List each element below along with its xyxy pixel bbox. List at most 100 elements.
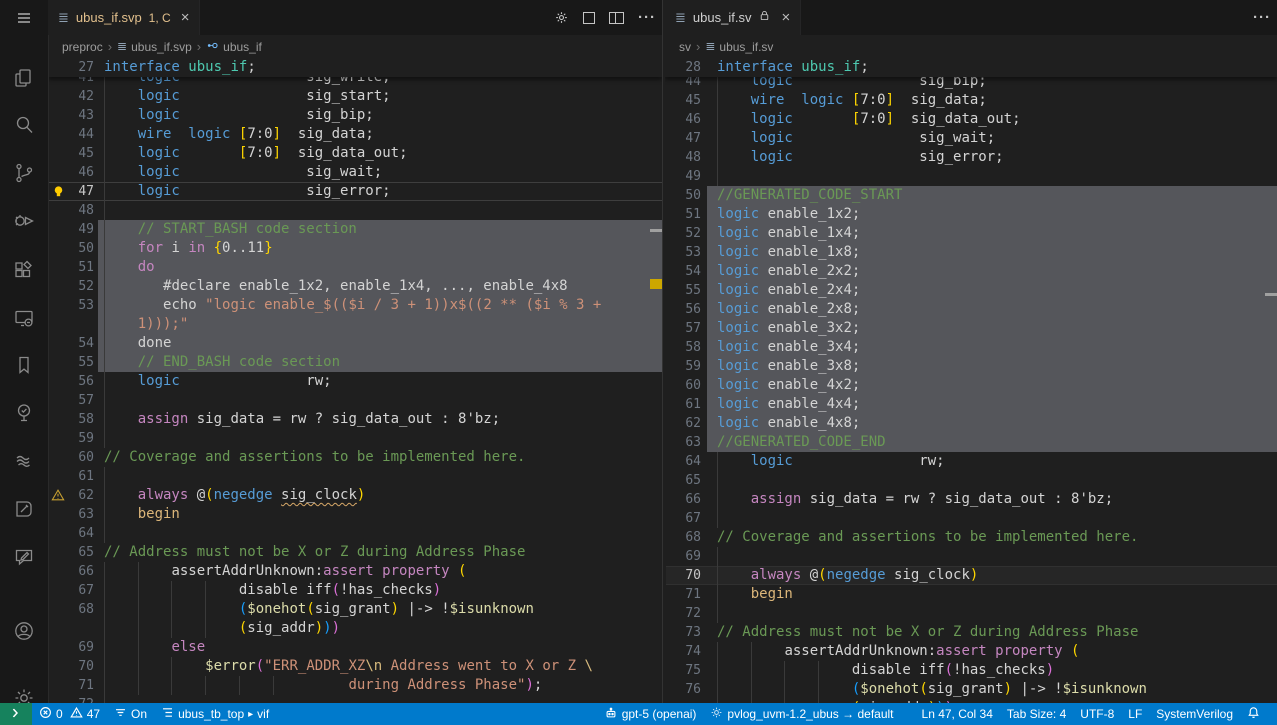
sticky-scroll-line[interactable]: 28interface ubus_if; [665, 58, 1277, 77]
code-line-46[interactable]: 46 logic [7:0] sig_data_out; [665, 110, 1277, 129]
split-editor-icon[interactable] [609, 12, 624, 24]
code-line-55[interactable]: 55 // END_BASH code section [48, 353, 662, 372]
activity-bar-item-extensions[interactable] [0, 252, 48, 292]
code-line-47[interactable]: 47 logic sig_error; [48, 182, 662, 201]
code-line-45[interactable]: 45 wire logic [7:0] sig_data; [665, 91, 1277, 110]
status-item-record-indicator[interactable] [901, 703, 915, 725]
activity-bar-item-testing[interactable] [0, 395, 48, 435]
status-item-problems[interactable]: 047 [32, 703, 107, 725]
code-line-48[interactable]: 48 [48, 201, 662, 220]
code-line-50[interactable]: 50 for i in {0..11} [48, 239, 662, 258]
pane-divider[interactable] [662, 0, 666, 703]
code-line-64[interactable]: 64 [48, 524, 662, 543]
code-line-58[interactable]: 58 assign sig_data = rw ? sig_data_out :… [48, 410, 662, 429]
code-line-44[interactable]: 44 wire logic [7:0] sig_data; [48, 125, 662, 144]
code-line-56[interactable]: 56logic enable_2x8; [665, 300, 1277, 319]
code-line-63[interactable]: 63//GENERATED_CODE_END [665, 433, 1277, 452]
code-line-53[interactable]: 53 echo "logic enable_$(($i / 3 + 1))x$(… [48, 296, 662, 315]
tab-ubus_if.svp[interactable]: ≣ubus_if.svp1, C× [48, 0, 200, 35]
status-item-tab-size[interactable]: Tab Size: 4 [1000, 703, 1073, 725]
code-line-72[interactable]: 72 [665, 604, 1277, 623]
code-line-70[interactable]: 70 always @(negedge sig_clock) [665, 566, 1277, 585]
code-line-48[interactable]: 48 logic sig_error; [665, 148, 1277, 167]
code-line-71[interactable]: 71 begin [665, 585, 1277, 604]
status-item-cursor-position[interactable]: Ln 47, Col 34 [915, 703, 1000, 725]
code-line-72[interactable]: 72 [48, 695, 662, 703]
activity-bar-item-rocket-notes[interactable] [0, 491, 48, 531]
code-line-59[interactable]: 59logic enable_3x8; [665, 357, 1277, 376]
code-line-66[interactable]: 66 assign sig_data = rw ? sig_data_out :… [665, 490, 1277, 509]
code-line-46[interactable]: 46 logic sig_wait; [48, 163, 662, 182]
code-line-65[interactable]: 65// Address must not be X or Z during A… [48, 543, 662, 562]
more-actions-icon[interactable]: ··· [638, 9, 656, 26]
code-line-42[interactable]: 42 logic sig_start; [48, 87, 662, 106]
activity-bar-item-run-debug[interactable] [0, 203, 48, 243]
code-line-66[interactable]: 66 assertAddrUnknown:assert property ( [48, 562, 662, 581]
breadcrumb-item[interactable]: preproc [62, 40, 103, 54]
activity-bar-item-source-control[interactable] [0, 155, 48, 195]
code-line-50[interactable]: 50//GENERATED_CODE_START [665, 186, 1277, 205]
status-item-profile-selector[interactable]: pvlog_uvm-1.2_ubus → default [703, 703, 900, 725]
code-line-wrap[interactable]: 1)));" [48, 315, 662, 334]
code-line-53[interactable]: 53logic enable_1x8; [665, 243, 1277, 262]
code-line-52[interactable]: 52 #declare enable_1x2, enable_1x4, ...,… [48, 277, 662, 296]
code-line-62[interactable]: 62 always @(negedge sig_clock) [48, 486, 662, 505]
code-line-49[interactable]: 49 [665, 167, 1277, 186]
code-line-71[interactable]: 71 during Address Phase"); [48, 676, 662, 695]
status-item-eol[interactable]: LF [1121, 703, 1149, 725]
code-line-wrap[interactable]: (sig_addr))) [48, 619, 662, 638]
code-line-68[interactable]: 68 ($onehot(sig_grant) |-> !$isunknown [48, 600, 662, 619]
breadcrumb-item[interactable]: ≣ubus_if.sv [705, 40, 773, 54]
code-line-74[interactable]: 74 assertAddrUnknown:assert property ( [665, 642, 1277, 661]
code-line-60[interactable]: 60logic enable_4x2; [665, 376, 1277, 395]
code-line-63[interactable]: 63 begin [48, 505, 662, 524]
breadcrumb-item[interactable]: ubus_if [206, 39, 262, 55]
code-line-55[interactable]: 55logic enable_2x4; [665, 281, 1277, 300]
activity-bar-item-chat-edit[interactable] [0, 539, 48, 579]
code-line-54[interactable]: 54logic enable_2x2; [665, 262, 1277, 281]
activity-bar-item-search[interactable] [0, 107, 48, 147]
code-line-61[interactable]: 61logic enable_4x4; [665, 395, 1277, 414]
status-item-remote-indicator[interactable] [0, 703, 32, 725]
settings-gear-icon[interactable] [554, 10, 569, 25]
status-item-language-mode[interactable]: SystemVerilog [1149, 703, 1240, 725]
activity-bar-item-remote-explorer[interactable] [0, 300, 48, 340]
code-line-62[interactable]: 62logic enable_4x8; [665, 414, 1277, 433]
activity-bar-item-bookmarks[interactable] [0, 347, 48, 387]
code-line-49[interactable]: 49 // START_BASH code section [48, 220, 662, 239]
code-line-64[interactable]: 64 logic rw; [665, 452, 1277, 471]
code-editor[interactable]: 44 logic sig_bip;45 wire logic [7:0] sig… [665, 58, 1277, 703]
open-changes-icon[interactable] [583, 12, 595, 24]
code-line-47[interactable]: 47 logic sig_wait; [665, 129, 1277, 148]
code-line-67[interactable]: 67 disable iff(!has_checks) [48, 581, 662, 600]
code-line-58[interactable]: 58logic enable_3x4; [665, 338, 1277, 357]
activity-bar-item-accounts[interactable] [0, 613, 48, 653]
code-line-57[interactable]: 57logic enable_3x2; [665, 319, 1277, 338]
menu-button[interactable] [0, 0, 48, 35]
code-line-54[interactable]: 54 done [48, 334, 662, 353]
close-tab-icon[interactable]: × [781, 9, 790, 26]
activity-bar-item-waves[interactable] [0, 443, 48, 483]
code-line-76[interactable]: 76 ($onehot(sig_grant) |-> !$isunknown [665, 680, 1277, 699]
breadcrumb-item[interactable]: ≣ubus_if.svp [117, 40, 192, 54]
code-line-73[interactable]: 73// Address must not be X or Z during A… [665, 623, 1277, 642]
status-item-hierarchy-context[interactable]: ubus_tb_top▸vif [154, 703, 276, 725]
code-line-67[interactable]: 67 [665, 509, 1277, 528]
status-item-model-selector[interactable]: gpt-5 (openai) [597, 703, 704, 725]
sticky-scroll-line[interactable]: 27interface ubus_if; [48, 58, 662, 77]
code-line-69[interactable]: 69 [665, 547, 1277, 566]
code-line-43[interactable]: 43 logic sig_bip; [48, 106, 662, 125]
code-line-56[interactable]: 56 logic rw; [48, 372, 662, 391]
tab-ubus_if.sv[interactable]: ≣ubus_if.sv× [665, 0, 801, 35]
code-line-51[interactable]: 51logic enable_1x2; [665, 205, 1277, 224]
code-line-70[interactable]: 70 $error("ERR_ADDR_XZ\n Address went to… [48, 657, 662, 676]
breadcrumb-item[interactable]: sv [679, 40, 691, 54]
code-line-69[interactable]: 69 else [48, 638, 662, 657]
more-actions-icon[interactable]: ··· [1253, 9, 1271, 26]
code-line-45[interactable]: 45 logic [7:0] sig_data_out; [48, 144, 662, 163]
close-tab-icon[interactable]: × [181, 9, 190, 26]
status-item-notifications[interactable] [1240, 703, 1267, 725]
code-editor[interactable]: 41 logic sig_write;42 logic sig_start;43… [48, 58, 662, 703]
status-item-toggle-on[interactable]: On [107, 703, 154, 725]
code-line-51[interactable]: 51 do [48, 258, 662, 277]
